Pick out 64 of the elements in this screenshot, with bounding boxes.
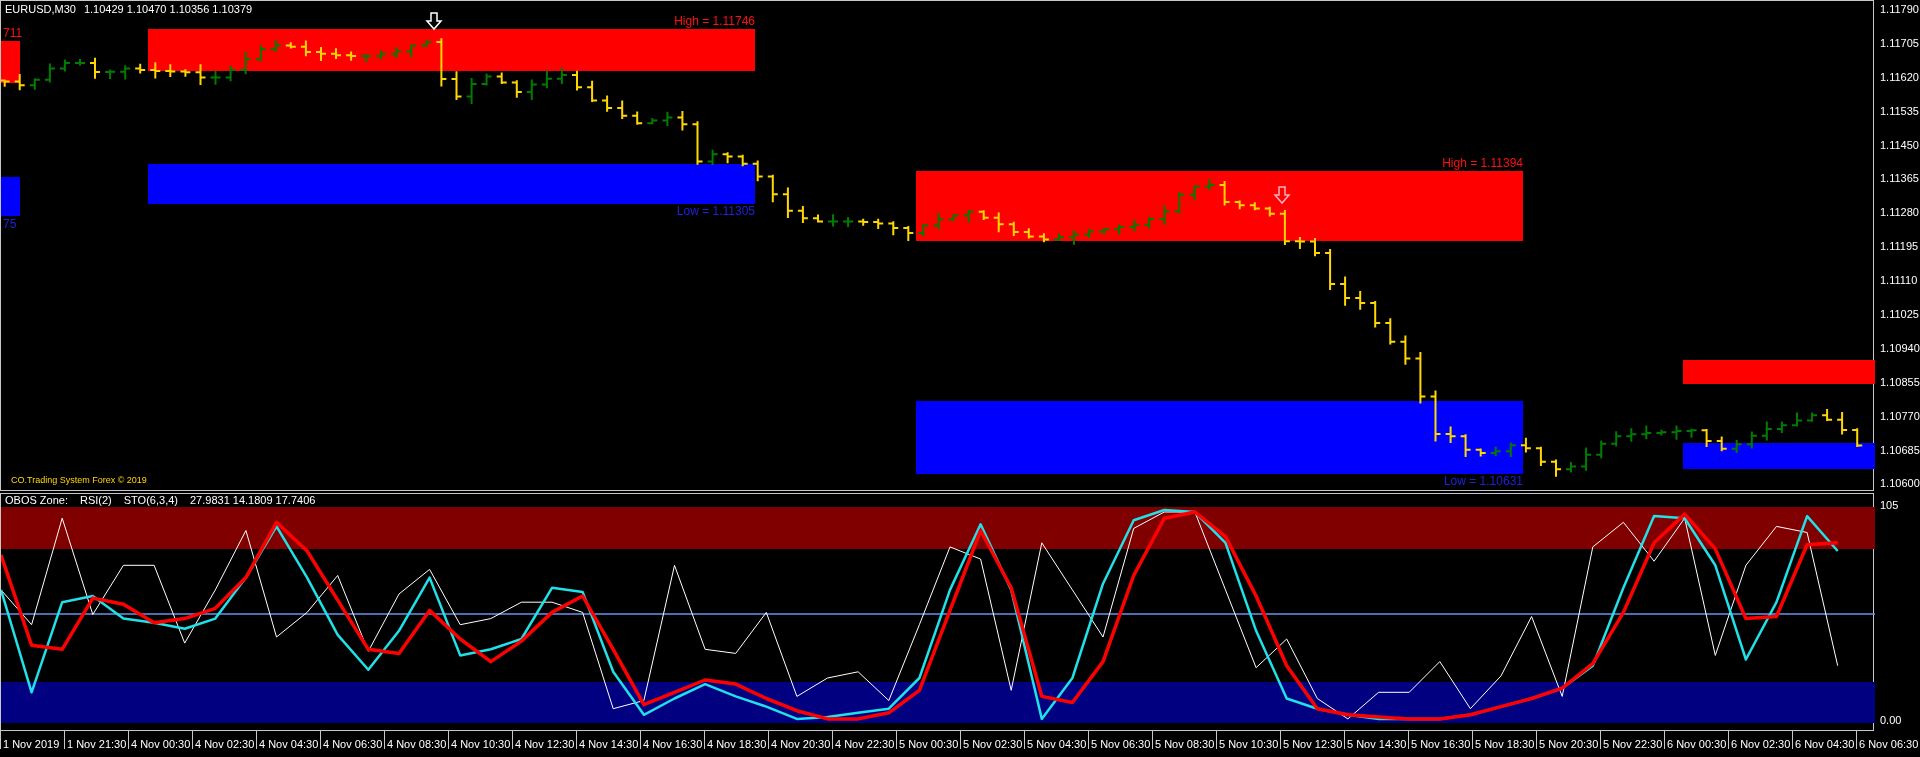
price-axis-label: 1.11110 — [1879, 274, 1919, 289]
time-axis-label: 5 Nov 20:30 — [1536, 731, 1600, 749]
indicator-label: OBOS Zone: — [5, 494, 68, 507]
time-axis-label: 4 Nov 14:30 — [576, 731, 640, 749]
price-axis-label: 1.10685 — [1879, 443, 1920, 458]
down-arrow-icon — [425, 12, 443, 31]
price-axis-label: 1.11195 — [1879, 240, 1920, 255]
price-axis-label: 1.11025 — [1879, 308, 1920, 322]
time-axis-label: 4 Nov 06:30 — [320, 731, 384, 749]
time-axis-label: 4 Nov 20:30 — [768, 731, 832, 749]
zone-label: Low = 1.10631 — [1443, 474, 1523, 488]
indicator-label: RSI(2) — [80, 494, 112, 507]
time-axis-label: 4 Nov 18:30 — [704, 731, 768, 749]
time-axis-label: 1 Nov 21:30 — [64, 731, 128, 749]
price-axis-label: 1.11535 — [1879, 104, 1920, 119]
time-axis-label: 5 Nov 06:30 — [1088, 731, 1152, 749]
time-axis-label: 1 Nov 2019 — [0, 731, 64, 749]
time-axis-label: 5 Nov 02:30 — [960, 731, 1024, 749]
time-axis-label: 6 Nov 06:30 — [1856, 731, 1920, 749]
time-axis-label: 4 Nov 10:30 — [448, 731, 512, 749]
price-label: 75 — [3, 217, 17, 231]
price-axis-label: 1.10855 — [1879, 375, 1920, 390]
time-axis-label: 4 Nov 08:30 — [384, 731, 448, 749]
time-axis-label: 6 Nov 02:30 — [1728, 731, 1792, 749]
time-axis-label: 5 Nov 12:30 — [1280, 731, 1344, 749]
price-axis-label: 1.11365 — [1879, 172, 1920, 187]
indicator-label: STO(6,3,4) — [123, 494, 178, 507]
chart-symbol: EURUSD,M30 — [5, 3, 76, 15]
price-axis-label: 1.11705 — [1879, 36, 1920, 51]
time-axis-label: 5 Nov 14:30 — [1344, 731, 1408, 749]
time-axis-label: 5 Nov 18:30 — [1472, 731, 1536, 749]
zone-label: Low = 1.11305 — [676, 204, 755, 218]
time-axis-label: 5 Nov 16:30 — [1408, 731, 1472, 749]
time-axis-label: 4 Nov 00:30 — [128, 731, 192, 749]
price-axis-label: 1.10600 — [1879, 477, 1920, 491]
price-axis-label: 1.11620 — [1879, 70, 1920, 85]
time-axis-label: 5 Nov 08:30 — [1152, 731, 1216, 749]
indicator-label: 27.9831 14.1809 17.7406 — [190, 494, 316, 507]
price-zone — [1, 41, 20, 83]
price-zone — [1, 177, 20, 216]
indicator-axis-label: 0.00 — [1880, 714, 1902, 727]
time-axis-label: 4 Nov 22:30 — [832, 731, 896, 749]
time-axis-label: 4 Nov 12:30 — [512, 731, 576, 749]
time-axis-label: 4 Nov 16:30 — [640, 731, 704, 749]
price-axis-label: 1.11790 — [1879, 3, 1920, 17]
copyright-text: CO.Trading System Forex © 2019 — [11, 475, 147, 485]
zone-label: High = 1.11746 — [674, 14, 755, 28]
time-axis-label: 5 Nov 00:30 — [896, 731, 960, 749]
price-axis-label: 1.11280 — [1879, 206, 1920, 221]
time-axis-label: 6 Nov 04:30 — [1792, 731, 1856, 749]
zone-label: High = 1.11394 — [1442, 156, 1523, 170]
price-axis-label: 1.10940 — [1879, 341, 1920, 356]
price-quotes: 1.10429 1.10470 1.10356 1.10379 — [83, 3, 253, 15]
price-axis-label: 1.11450 — [1879, 138, 1920, 153]
time-axis-label: 5 Nov 10:30 — [1216, 731, 1280, 749]
down-arrow-icon — [1273, 186, 1291, 205]
time-axis-label: 5 Nov 04:30 — [1024, 731, 1088, 749]
price-label: 711 — [3, 26, 23, 40]
time-axis-label: 4 Nov 02:30 — [192, 731, 256, 749]
indicator-axis-label: 105 — [1880, 498, 1899, 512]
time-axis-label: 4 Nov 04:30 — [256, 731, 320, 749]
price-axis-label: 1.10770 — [1879, 409, 1920, 424]
time-axis-label: 5 Nov 22:30 — [1600, 731, 1664, 749]
time-axis-label: 6 Nov 00:30 — [1664, 731, 1728, 749]
